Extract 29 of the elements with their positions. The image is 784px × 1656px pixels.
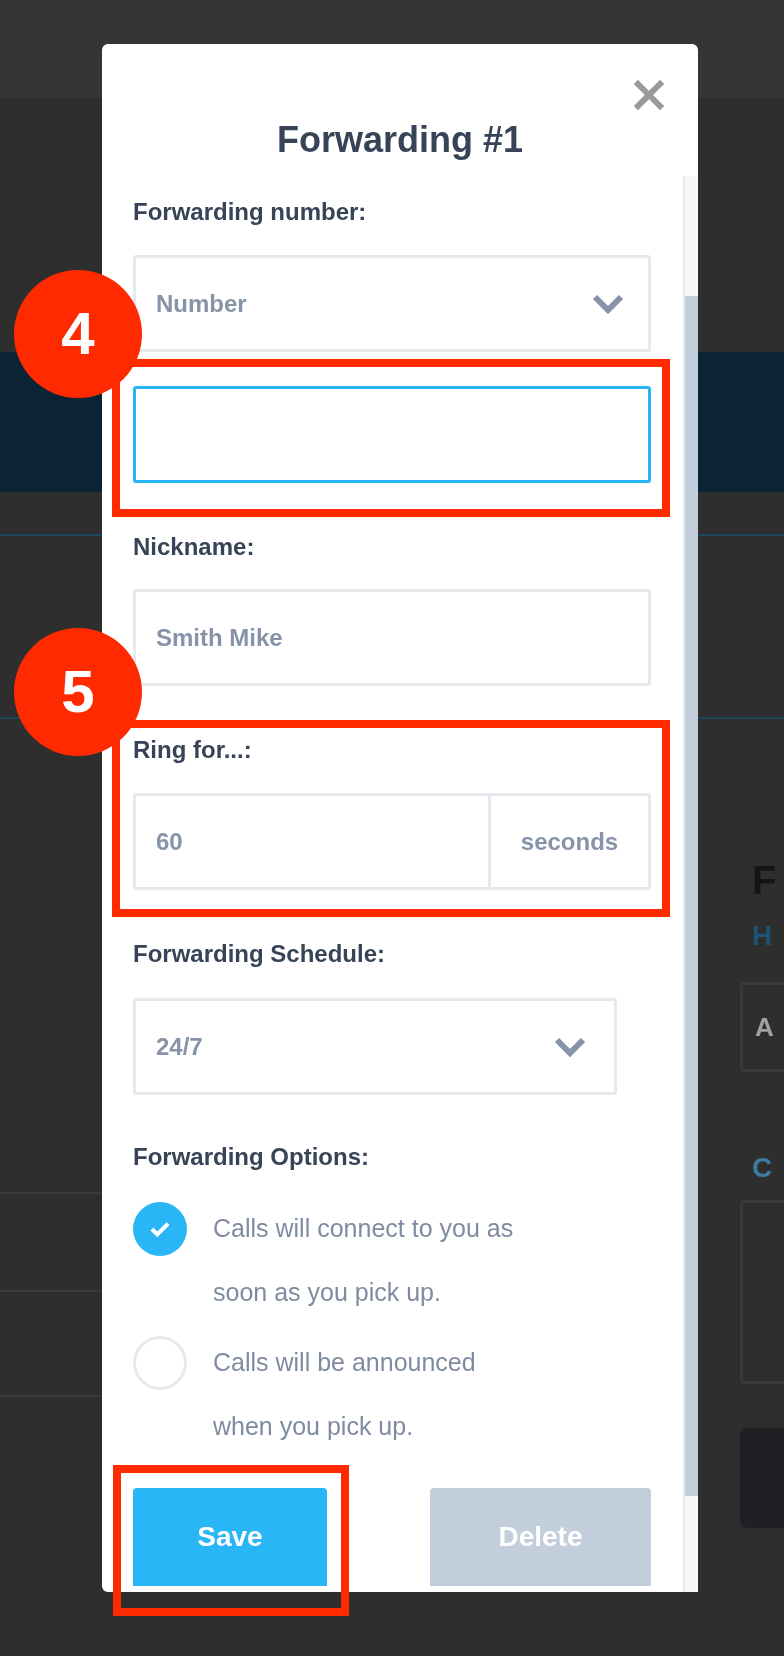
option-text: Calls will connect to you as soon as you pick up.	[213, 1213, 514, 1308]
select-value: Number	[156, 288, 247, 319]
nickname-field[interactable]: Smith Mike	[133, 589, 651, 686]
page-field[interactable]: A	[740, 982, 784, 1072]
close-button[interactable]	[634, 80, 664, 110]
chevron-down-icon	[554, 1036, 586, 1057]
field-label: Forwarding Options:	[133, 1142, 370, 1172]
unit-label: seconds	[488, 796, 648, 887]
number-input[interactable]	[133, 386, 651, 483]
page-link[interactable]: H	[752, 918, 784, 954]
delete-button[interactable]: Delete	[430, 1488, 651, 1586]
field-label: Nickname:	[133, 532, 256, 562]
select-dropdown[interactable]: Number	[133, 255, 651, 352]
duration-value: 60	[155, 826, 184, 857]
radio-button[interactable]	[133, 1202, 187, 1256]
ring-duration-field[interactable]: 60 seconds	[133, 793, 651, 890]
select-dropdown[interactable]: 24/7	[133, 998, 617, 1095]
field-label: Forwarding Schedule:	[133, 939, 387, 969]
option-text: Calls will be announced when you pick up.	[213, 1347, 476, 1442]
select-value: 24/7	[156, 1031, 203, 1062]
save-button[interactable]: Save	[133, 1488, 327, 1586]
field-label: Forwarding number:	[133, 197, 368, 227]
radio-button[interactable]	[133, 1336, 187, 1390]
check-icon	[149, 1220, 171, 1238]
dialog-title: Forwarding #1	[275, 118, 524, 162]
chevron-down-icon	[592, 293, 624, 314]
page-label: C	[752, 1151, 774, 1185]
callout-tooltip: 4	[14, 270, 142, 398]
close-icon	[634, 80, 664, 110]
